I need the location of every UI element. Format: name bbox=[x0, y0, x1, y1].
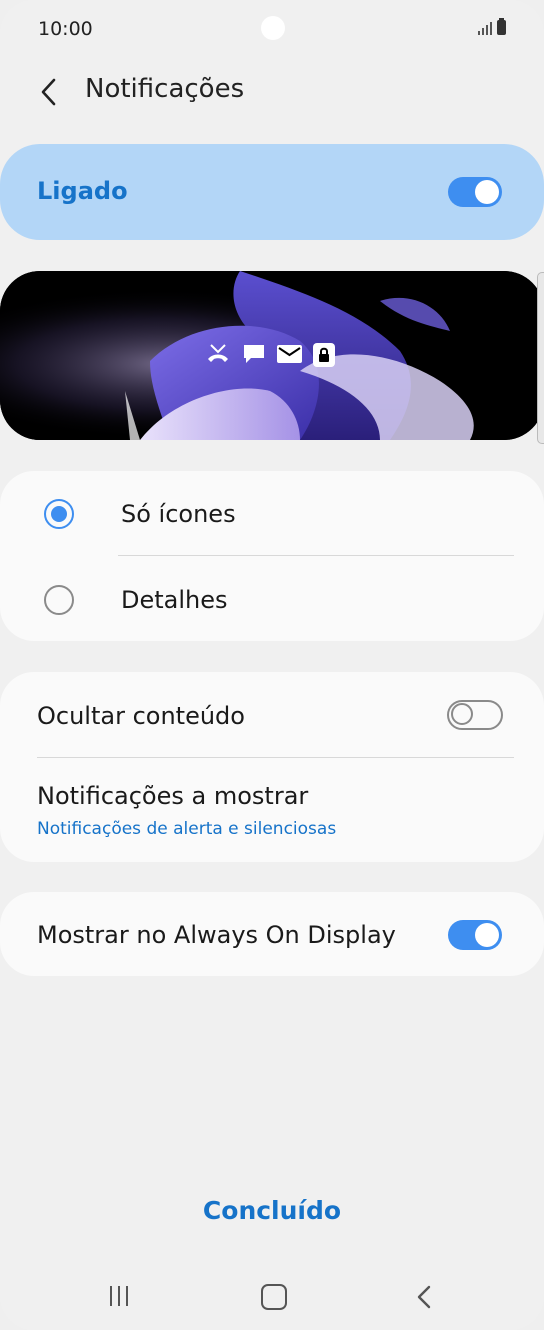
master-toggle[interactable] bbox=[448, 177, 502, 207]
notifications-to-show-label: Notificações a mostrar bbox=[37, 782, 309, 810]
missed-call-icon bbox=[208, 344, 228, 362]
status-icons bbox=[478, 18, 506, 35]
hide-content-label: Ocultar conteúdo bbox=[37, 702, 245, 730]
front-camera bbox=[261, 16, 285, 40]
hide-content-row[interactable]: Ocultar conteúdo bbox=[0, 672, 544, 757]
master-switch-row[interactable]: Ligado bbox=[0, 144, 544, 240]
navigation-bar bbox=[0, 1268, 544, 1324]
scroll-indicator bbox=[537, 272, 544, 444]
recent-apps-icon[interactable] bbox=[110, 1286, 128, 1306]
show-on-aod-label: Mostrar no Always On Display bbox=[37, 921, 396, 949]
battery-icon bbox=[497, 18, 506, 35]
show-on-aod-row[interactable]: Mostrar no Always On Display bbox=[0, 892, 544, 976]
master-switch-label: Ligado bbox=[37, 177, 128, 205]
chevron-left-icon bbox=[41, 78, 56, 106]
notifications-to-show-row[interactable]: Notificações a mostrar Notificações de a… bbox=[0, 758, 544, 862]
toggle-knob bbox=[451, 703, 473, 725]
hide-content-toggle[interactable] bbox=[447, 700, 503, 730]
toggle-knob bbox=[475, 180, 499, 204]
status-time: 10:00 bbox=[38, 18, 93, 40]
radio-icons-only[interactable] bbox=[44, 499, 74, 529]
option-label: Detalhes bbox=[121, 586, 228, 614]
wallpaper-image bbox=[0, 271, 544, 440]
done-button[interactable]: Concluído bbox=[0, 1196, 544, 1225]
option-label: Só ícones bbox=[121, 500, 236, 528]
aod-card: Mostrar no Always On Display bbox=[0, 892, 544, 976]
screen: 10:00 Notificações Ligado Só ícones Deta… bbox=[0, 0, 544, 1330]
notification-preview bbox=[0, 271, 544, 440]
show-on-aod-toggle[interactable] bbox=[448, 920, 502, 950]
notifications-to-show-value: Notificações de alerta e silenciosas bbox=[37, 819, 337, 839]
back-button[interactable] bbox=[28, 72, 68, 112]
content-settings-card: Ocultar conteúdo Notificações a mostrar … bbox=[0, 672, 544, 862]
signal-icon bbox=[478, 21, 492, 35]
style-options-card: Só ícones Detalhes bbox=[0, 471, 544, 641]
option-details[interactable]: Detalhes bbox=[0, 557, 544, 643]
message-icon bbox=[244, 345, 264, 363]
home-icon[interactable] bbox=[261, 1284, 287, 1310]
option-icons-only[interactable]: Só ícones bbox=[0, 471, 544, 557]
back-nav-icon[interactable] bbox=[416, 1284, 432, 1310]
toggle-knob bbox=[475, 923, 499, 947]
email-icon bbox=[277, 345, 302, 363]
lock-icon bbox=[313, 343, 335, 367]
page-title: Notificações bbox=[85, 74, 245, 104]
radio-details[interactable] bbox=[44, 585, 74, 615]
divider bbox=[118, 555, 514, 556]
